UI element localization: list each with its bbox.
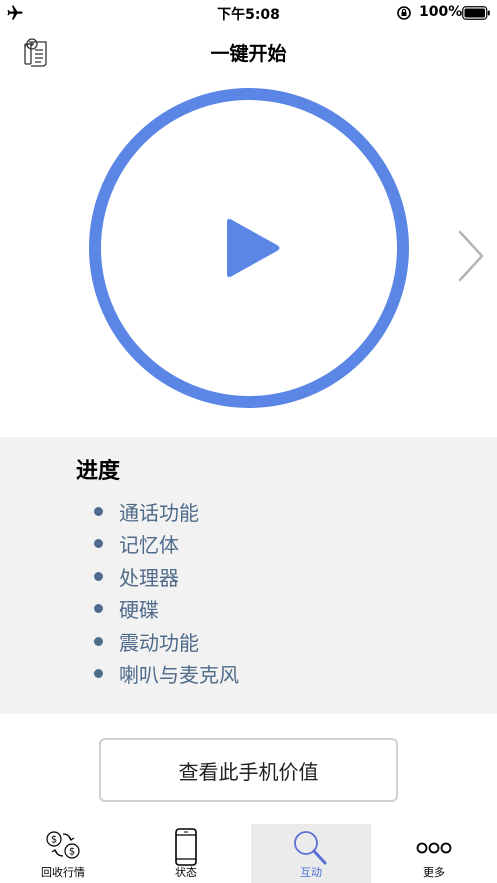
tab-label: 互动: [300, 866, 322, 879]
bullet-icon: [94, 604, 103, 614]
list-item: 震动功能: [94, 625, 239, 658]
chevron-right-icon[interactable]: [452, 228, 488, 284]
tab-label: 回收行情: [41, 866, 85, 879]
progress-item-label: 硬碟: [119, 598, 159, 623]
nav-bar: 一键开始: [0, 30, 497, 74]
orientation-lock-icon: [397, 6, 411, 20]
play-icon: [227, 218, 280, 278]
progress-item-label: 记忆体: [119, 533, 179, 558]
tab-interaction[interactable]: 互动: [251, 824, 371, 883]
bullet-icon: [94, 539, 103, 549]
svg-text:$: $: [69, 847, 75, 858]
progress-section: 进度 通话功能 记忆体 处理器 硬碟 震动功能 喇叭与麦克风: [0, 437, 497, 714]
bullet-icon: [94, 669, 103, 679]
svg-text:$: $: [51, 835, 57, 846]
phone-icon: [175, 828, 197, 866]
tab-status[interactable]: 状态: [126, 824, 246, 883]
tab-recycle-market[interactable]: $ $ 回收行情: [3, 824, 123, 883]
search-icon: [294, 831, 327, 865]
progress-heading: 进度: [76, 459, 121, 484]
currency-exchange-icon: $ $: [46, 831, 80, 859]
list-item: 处理器: [94, 560, 239, 593]
more-icon: [416, 842, 452, 854]
bullet-icon: [94, 506, 103, 516]
progress-item-label: 喇叭与麦克风: [119, 663, 239, 688]
status-bar: 下午5:08 100%: [0, 0, 497, 26]
list-item: 硬碟: [94, 593, 239, 626]
progress-list: 通话功能 记忆体 处理器 硬碟 震动功能 喇叭与麦克风: [94, 495, 239, 690]
progress-item-label: 通话功能: [119, 500, 199, 525]
bullet-icon: [94, 636, 103, 646]
list-item: 记忆体: [94, 528, 239, 561]
progress-item-label: 处理器: [119, 565, 179, 590]
page-title: 一键开始: [210, 43, 287, 65]
tab-more[interactable]: 更多: [374, 824, 494, 883]
list-item: 通话功能: [94, 495, 239, 528]
progress-item-label: 震动功能: [119, 630, 199, 655]
tab-label: 更多: [423, 866, 445, 879]
battery-icon: [462, 6, 490, 20]
tab-bar: $ $ 回收行情 状态 互动 更多: [0, 822, 497, 883]
view-phone-value-button[interactable]: 查看此手机价值: [99, 738, 398, 802]
battery-percentage: 100%: [419, 4, 463, 20]
list-item: 喇叭与麦克风: [94, 658, 239, 691]
start-play-button[interactable]: [88, 87, 410, 409]
tab-label: 状态: [175, 866, 197, 879]
bullet-icon: [94, 571, 103, 581]
